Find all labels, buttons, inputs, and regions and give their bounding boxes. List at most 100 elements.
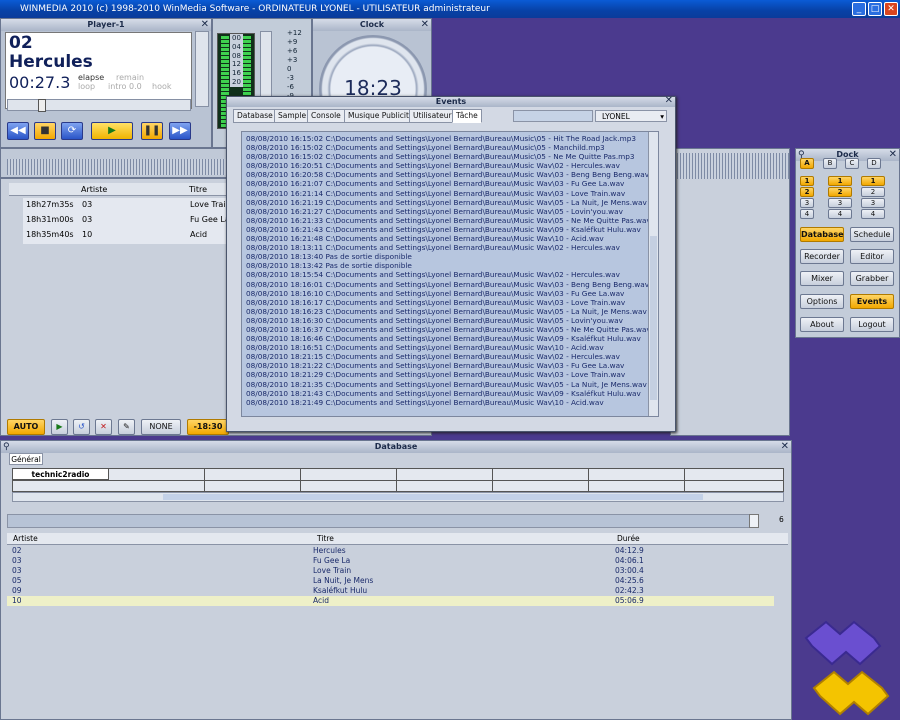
grid-cell[interactable]	[397, 469, 493, 491]
close-window-button[interactable]: ✕	[884, 2, 898, 16]
log-line: 08/08/2010 18:16:37 C:\Documents and Set…	[246, 324, 651, 334]
dock-a-button[interactable]: A	[800, 158, 814, 169]
db-tick: -3	[287, 74, 294, 82]
dock-slot-3c[interactable]: 3	[861, 198, 885, 208]
grid-cell[interactable]	[685, 469, 781, 491]
pause-button[interactable]: ❚❚	[141, 122, 163, 140]
dock-b-button[interactable]: B	[823, 158, 837, 169]
next-button[interactable]: ▶	[51, 419, 68, 435]
dock-recorder-button[interactable]: Recorder	[800, 249, 844, 264]
grid-cell[interactable]	[589, 469, 685, 491]
log-line: 08/08/2010 16:21:07 C:\Documents and Set…	[246, 179, 625, 189]
events-close-icon[interactable]: ✕	[665, 95, 673, 106]
dock-slot-2c[interactable]: 2	[861, 187, 885, 197]
dock-slot-1b[interactable]: 1	[828, 176, 852, 186]
log-line: 08/08/2010 16:21:43 C:\Documents and Set…	[246, 224, 641, 234]
db-row[interactable]: 03 Love Train 03:00.4	[7, 566, 774, 576]
playlist-col-titre[interactable]: Titre	[189, 183, 207, 196]
minimize-button[interactable]: _	[852, 2, 866, 16]
playlist-row[interactable]: 18h27m35s 03 Love Train	[26, 200, 236, 209]
events-user-field[interactable]	[513, 110, 593, 122]
log-line: 08/08/2010 16:15:02 C:\Documents and Set…	[246, 143, 605, 153]
dock-options-button[interactable]: Options	[800, 294, 844, 309]
dock-c-button[interactable]: C	[845, 158, 859, 169]
dock-slot-3a[interactable]: 3	[800, 198, 814, 208]
db-row-duration: 04:06.1	[615, 556, 644, 565]
volume-slider[interactable]	[195, 31, 209, 107]
tab-musique-publicite[interactable]: Musique Publicité	[344, 109, 418, 123]
db-row[interactable]: 05 La Nuit, Je Mens 04:25.6	[7, 576, 774, 586]
db-row[interactable]: 03 Fu Gee La 04:06.1	[7, 556, 774, 566]
position-slider-thumb[interactable]	[38, 99, 46, 112]
undo-button[interactable]: ↺	[73, 419, 90, 435]
user-select[interactable]: LYONEL ▾	[595, 110, 667, 122]
tab-sample[interactable]: Sample	[274, 109, 311, 123]
play-button[interactable]: ▶	[91, 122, 133, 140]
grid-cell[interactable]	[301, 469, 397, 491]
dock-database-button[interactable]: Database	[800, 227, 844, 242]
dock-d-button[interactable]: D	[867, 158, 881, 169]
loop-button[interactable]: ⟳	[61, 122, 83, 140]
category-hscrollbar-thumb[interactable]	[163, 494, 703, 500]
category-technic2radio[interactable]: technic2radio	[13, 469, 109, 480]
auto-button[interactable]: AUTO	[7, 419, 45, 435]
dock-logout-button[interactable]: Logout	[850, 317, 894, 332]
dock-about-button[interactable]: About	[800, 317, 844, 332]
db-col-titre[interactable]: Titre	[317, 533, 334, 545]
grid-cell[interactable]	[205, 469, 301, 491]
maximize-button[interactable]: □	[868, 2, 882, 16]
tab-general[interactable]: Général	[9, 453, 43, 465]
none-button[interactable]: NONE	[141, 419, 181, 435]
grid-cell[interactable]	[493, 469, 589, 491]
player-close-icon[interactable]: ✕	[201, 19, 209, 30]
db-col-artiste[interactable]: Artiste	[13, 533, 38, 545]
dock-slot-2a[interactable]: 2	[800, 187, 814, 197]
tab-console[interactable]: Console	[307, 109, 345, 123]
category-hscrollbar[interactable]	[12, 492, 784, 502]
db-row[interactable]: 09 Ksaléfkut Hulu 02:42.3	[7, 586, 774, 596]
dock-slot-4b[interactable]: 4	[828, 209, 852, 219]
delete-button[interactable]: ✕	[95, 419, 112, 435]
dock-editor-button[interactable]: Editor	[850, 249, 894, 264]
events-scrollbar-thumb[interactable]	[650, 236, 657, 400]
playlist-col-artiste[interactable]: Artiste	[81, 183, 107, 196]
stop-button[interactable]: ■	[34, 122, 56, 140]
tab-utilisateur[interactable]: Utilisateur	[409, 109, 456, 123]
dock-slot-4c[interactable]: 4	[861, 209, 885, 219]
dock-slot-4a[interactable]: 4	[800, 209, 814, 219]
dock-events-button[interactable]: Events	[850, 294, 894, 309]
dock-slot-3b[interactable]: 3	[828, 198, 852, 208]
dock-slot-1c[interactable]: 1	[861, 176, 885, 186]
dock-grabber-button[interactable]: Grabber	[850, 271, 894, 286]
events-scrollbar[interactable]	[648, 132, 658, 416]
database-search-handle[interactable]	[749, 514, 759, 528]
log-line: 08/08/2010 18:16:46 C:\Documents and Set…	[246, 334, 641, 344]
rewind-button[interactable]: ◀◀	[7, 122, 29, 140]
db-row[interactable]: 02 Hercules 04:12.9	[7, 546, 774, 556]
intro-label: intro 0.0	[108, 82, 142, 91]
events-title: Events	[435, 97, 467, 106]
track-name: Hercules	[9, 52, 93, 72]
tab-tache[interactable]: Tâche	[452, 109, 482, 123]
playlist-row[interactable]: 18h35m40s 10 Acid	[26, 230, 236, 239]
dock-slot-1a[interactable]: 1	[800, 176, 814, 186]
playlist-row[interactable]: 18h31m00s 03 Fu Gee La	[26, 215, 236, 224]
dock-schedule-button[interactable]: Schedule	[850, 227, 894, 242]
db-row-title: La Nuit, Je Mens	[313, 576, 374, 585]
clock-close-icon[interactable]: ✕	[421, 19, 429, 30]
forward-button[interactable]: ▶▶	[169, 122, 191, 140]
tab-database[interactable]: Database	[233, 109, 277, 123]
log-line: 08/08/2010 16:20:51 C:\Documents and Set…	[246, 161, 620, 171]
dock-slot-2b[interactable]: 2	[828, 187, 852, 197]
dock-close-icon[interactable]: ✕	[889, 149, 897, 160]
database-close-icon[interactable]: ✕	[781, 441, 789, 452]
db-col-duree[interactable]: Durée	[617, 533, 640, 545]
dock-mixer-button[interactable]: Mixer	[800, 271, 844, 286]
countdown-button[interactable]: -18:30	[187, 419, 229, 435]
grid-cell[interactable]	[109, 469, 205, 491]
vu-tick: 16	[232, 69, 241, 78]
position-slider[interactable]	[7, 99, 191, 112]
edit-button[interactable]: ✎	[118, 419, 135, 435]
database-search-field[interactable]	[7, 514, 759, 528]
db-row-selected[interactable]: 10 Acid 05:06.9	[7, 596, 774, 606]
